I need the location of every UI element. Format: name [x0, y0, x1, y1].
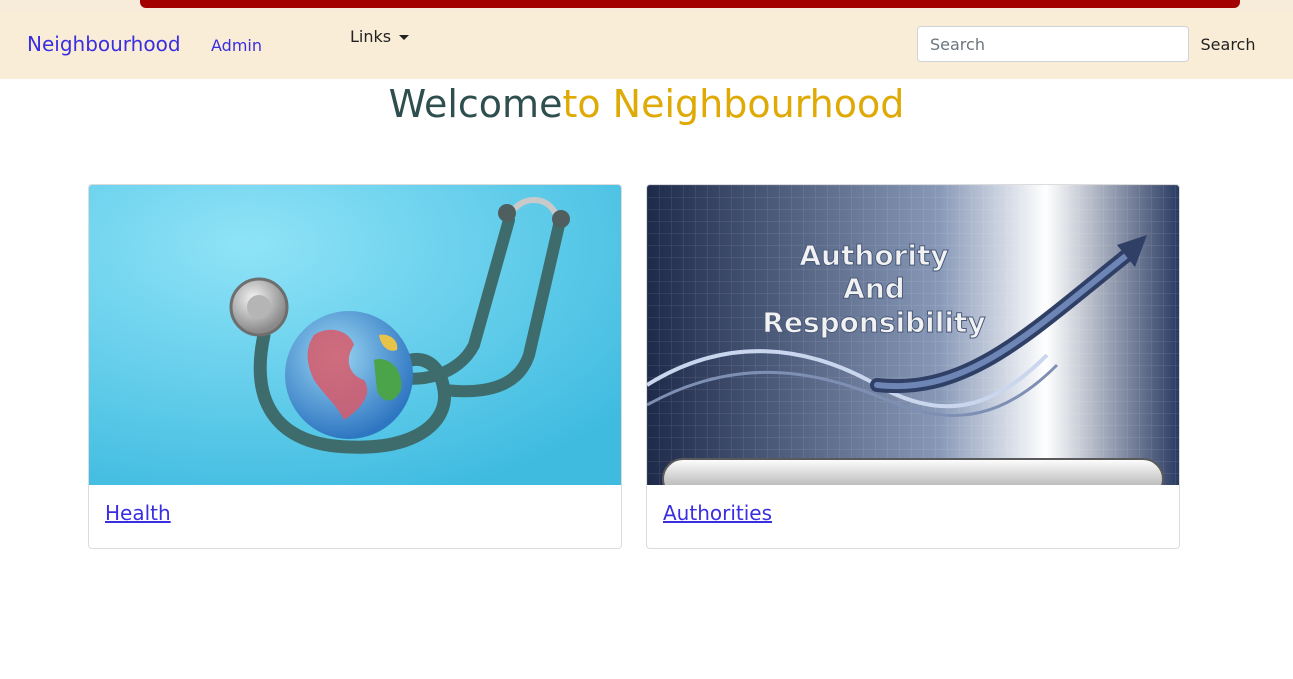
authorities-link[interactable]: Authorities — [663, 501, 772, 525]
page-title: Welcometo Neighbourhood — [0, 80, 1293, 128]
top-red-bar — [140, 0, 1240, 8]
stethoscope-globe-image — [89, 185, 621, 485]
links-dropdown-label: Links — [350, 27, 392, 46]
and-text: And — [843, 272, 905, 305]
authority-responsibility-image: Authority And Responsibility — [647, 185, 1179, 485]
health-link[interactable]: Health — [105, 501, 171, 525]
page-title-neighbourhood: to Neighbourhood — [562, 82, 905, 126]
authority-text: Authority — [799, 239, 948, 272]
caret-down-icon — [399, 35, 410, 40]
search-button[interactable]: Search — [1196, 26, 1260, 62]
brand-link[interactable]: Neighbourhood — [27, 32, 181, 56]
search-input[interactable] — [917, 26, 1189, 62]
nav-admin-link[interactable]: Admin — [211, 36, 262, 55]
health-card: Health — [88, 184, 622, 549]
top-strip — [0, 0, 1293, 10]
authorities-card: Authority And Responsibility Authorities — [646, 184, 1180, 549]
navbar: Neighbourhood Admin Links Search — [0, 10, 1293, 79]
links-dropdown[interactable]: Links — [350, 27, 410, 46]
responsibility-text: Responsibility — [762, 306, 985, 339]
page-title-welcome: Welcome — [388, 82, 563, 126]
